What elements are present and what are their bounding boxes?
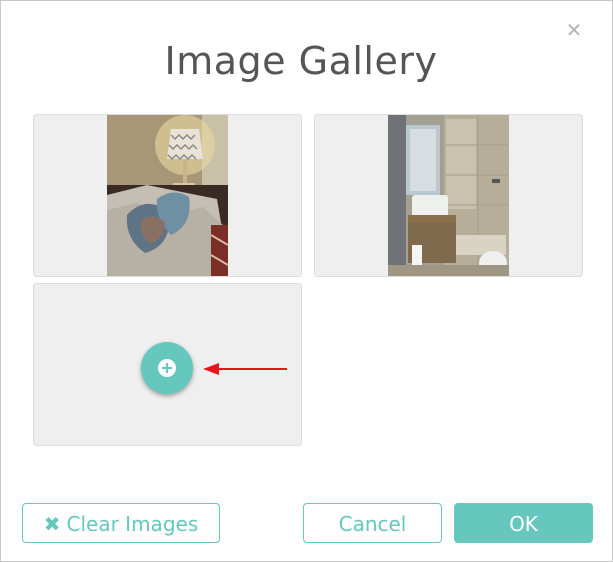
clear-images-button[interactable]: ✖ Clear Images	[22, 503, 220, 543]
gallery-tile-1[interactable]	[33, 114, 302, 277]
cancel-label: Cancel	[338, 512, 407, 536]
clear-images-label: Clear Images	[66, 512, 199, 536]
image-gallery-dialog: ✕ Image Gallery ✖ Clear Images Cancel OK	[0, 0, 613, 562]
annotation-arrow-icon	[203, 363, 287, 375]
bathroom-photo	[388, 115, 509, 276]
cancel-button[interactable]: Cancel	[303, 503, 442, 543]
ok-button[interactable]: OK	[454, 503, 593, 543]
plus-circle-icon	[158, 359, 176, 377]
close-icon[interactable]: ✕	[563, 19, 585, 41]
living-room-photo	[107, 115, 228, 276]
add-image-button[interactable]	[141, 342, 193, 394]
gallery-tile-2[interactable]	[314, 114, 583, 277]
close-icon: ✖	[43, 512, 61, 536]
ok-label: OK	[509, 512, 538, 536]
dialog-title: Image Gallery	[164, 39, 438, 83]
